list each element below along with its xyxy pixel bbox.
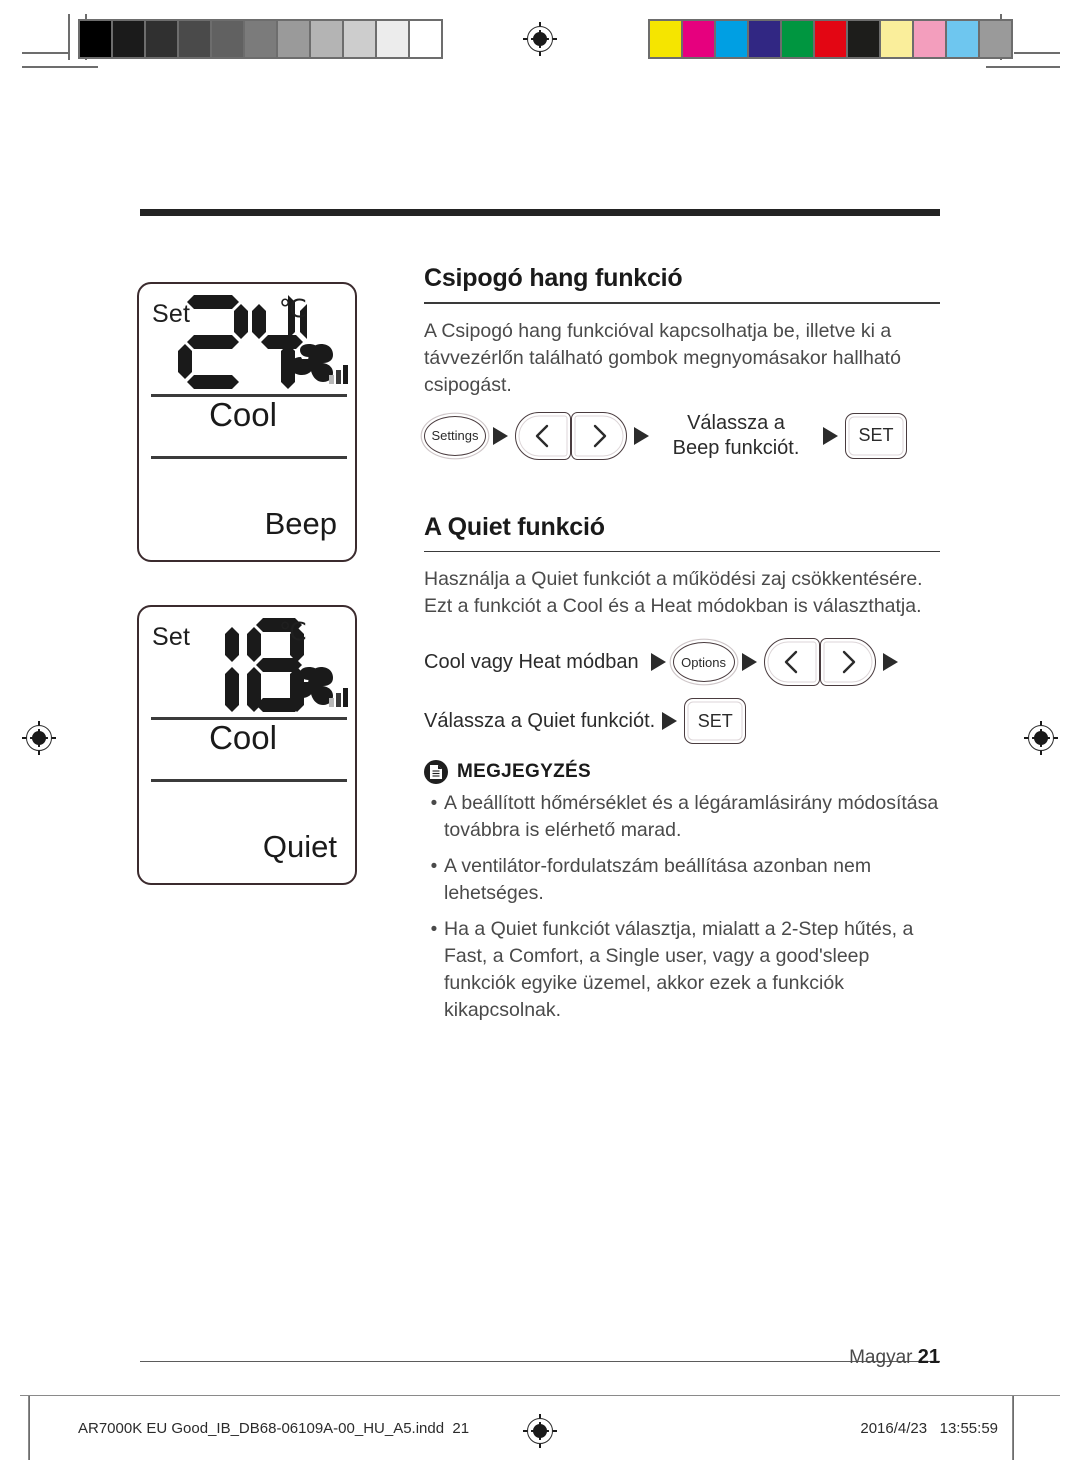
lcd-feature-label: Beep (264, 506, 337, 541)
chevron-right-icon (593, 424, 607, 447)
section-body: Használja a Quiet funkciót a működési za… (424, 568, 923, 618)
beep-step-flow: Settings Válassza a Beep funkciót. SET (424, 411, 940, 461)
arrow-separator-icon (493, 426, 508, 445)
print-footer-tick-right (1012, 1396, 1013, 1460)
section-quiet: A Quiet funkció Használja a Quiet funkci… (424, 513, 940, 745)
note-item-text: Ha a Quiet funkciót választja, mialatt a… (444, 918, 914, 1022)
print-footer-filename: AR7000K EU Good_IB_DB68-06109A-00_HU_A5.… (78, 1420, 469, 1437)
page-root: Set ℃ Cool Beep Set ℃ Cool Quiet Csipogó… (0, 0, 1080, 1476)
lcd-display-beep: Set ℃ Cool Beep (137, 282, 357, 562)
lcd-mode-label: Cool (209, 719, 277, 756)
section-beep: Csipogó hang funkció A Csipogó hang funk… (424, 264, 940, 461)
section-title-rule (424, 550, 940, 553)
quiet-instruction-label: Válassza a Quiet funkciót. (424, 709, 656, 732)
page-number: 21 (917, 1346, 940, 1368)
note-document-icon (424, 760, 448, 785)
fan-pinwheel-icon (287, 338, 351, 390)
note-list: • A beállított hőmérséklet és a légáraml… (424, 790, 940, 1024)
lcd-feature-label: Quiet (262, 829, 337, 864)
lcd-temperature-unit: ℃ (278, 618, 307, 646)
print-footer-timestamp: 2016/4/23 13:55:59 (860, 1420, 998, 1437)
print-footer-rule (20, 1395, 1060, 1396)
prev-button[interactable] (763, 638, 820, 687)
fan-pinwheel-icon (287, 661, 351, 713)
note-list-item: • Ha a Quiet funkciót választja, mialatt… (424, 916, 940, 1024)
note-bullet-icon: • (430, 919, 438, 941)
prev-button[interactable] (515, 411, 571, 460)
lcd-display-quiet: Set ℃ Cool Quiet (137, 605, 357, 885)
lcd-mode-label: Cool (209, 396, 277, 433)
arrow-separator-icon (741, 653, 757, 672)
lcd-divider-bottom (151, 456, 347, 459)
quiet-step-flow-row1: Cool vagy Heat módban Options (424, 638, 940, 687)
note-block: MEGJEGYZÉS • A beállított hőmérséklet és… (424, 760, 940, 1024)
indd-filename: AR7000K EU Good_IB_DB68-06109A-00_HU_A5.… (78, 1420, 445, 1437)
note-bullet-icon: • (430, 856, 438, 878)
registration-mark-bottom (523, 1414, 557, 1448)
chevron-right-icon (842, 650, 855, 674)
header-rule (140, 209, 940, 216)
quiet-step-flow-row2: Válassza a Quiet funkciót. SET (424, 698, 940, 745)
section-title: Csipogó hang funkció (424, 264, 683, 292)
note-list-item: • A ventilátor-fordulatszám beállítása a… (424, 853, 940, 907)
arrow-separator-icon (823, 426, 838, 445)
note-item-text: A ventilátor-fordulatszám beállítása azo… (444, 855, 872, 905)
note-header: MEGJEGYZÉS (424, 760, 940, 785)
print-date: 2016/4/23 (860, 1420, 928, 1437)
lcd-temperature-unit: ℃ (278, 295, 307, 323)
note-bullet-icon: • (430, 793, 438, 815)
page-footer-label: Magyar 21 (849, 1346, 940, 1369)
section-title: A Quiet funkció (424, 512, 605, 541)
lcd-divider-bottom (151, 779, 347, 782)
set-button[interactable]: SET (684, 698, 747, 745)
chevron-left-icon (784, 650, 797, 674)
next-button[interactable] (819, 638, 876, 687)
article-column: Csipogó hang funkció A Csipogó hang funk… (424, 264, 940, 1033)
settings-button[interactable]: Settings (424, 415, 486, 456)
page-footer-rule (140, 1361, 940, 1362)
note-list-item: • A beállított hőmérséklet és a légáraml… (424, 790, 940, 844)
arrow-separator-icon (882, 653, 898, 672)
section-body: A Csipogó hang funkcióval kapcsolhatja b… (424, 319, 901, 396)
note-item-text: A beállított hőmérséklet és a légáramlás… (444, 792, 939, 842)
page-language: Magyar (849, 1347, 913, 1368)
options-button[interactable]: Options (672, 642, 735, 683)
chevron-left-icon (535, 424, 549, 447)
arrow-separator-icon (662, 712, 678, 731)
beep-instruction-label: Válassza a Beep funkciót. (672, 411, 800, 459)
quiet-mode-label: Cool vagy Heat módban (424, 650, 639, 673)
section-title-rule (424, 302, 940, 304)
page-content: Set ℃ Cool Beep Set ℃ Cool Quiet Csipogó… (0, 0, 1080, 1476)
print-time: 13:55:59 (939, 1420, 998, 1437)
indd-page: 21 (452, 1420, 470, 1437)
arrow-separator-icon (650, 653, 666, 672)
set-button[interactable]: SET (845, 412, 907, 459)
next-button[interactable] (571, 411, 627, 460)
print-footer-tick-left (28, 1396, 29, 1460)
note-title: MEGJEGYZÉS (457, 761, 591, 783)
arrow-separator-icon (634, 426, 649, 445)
